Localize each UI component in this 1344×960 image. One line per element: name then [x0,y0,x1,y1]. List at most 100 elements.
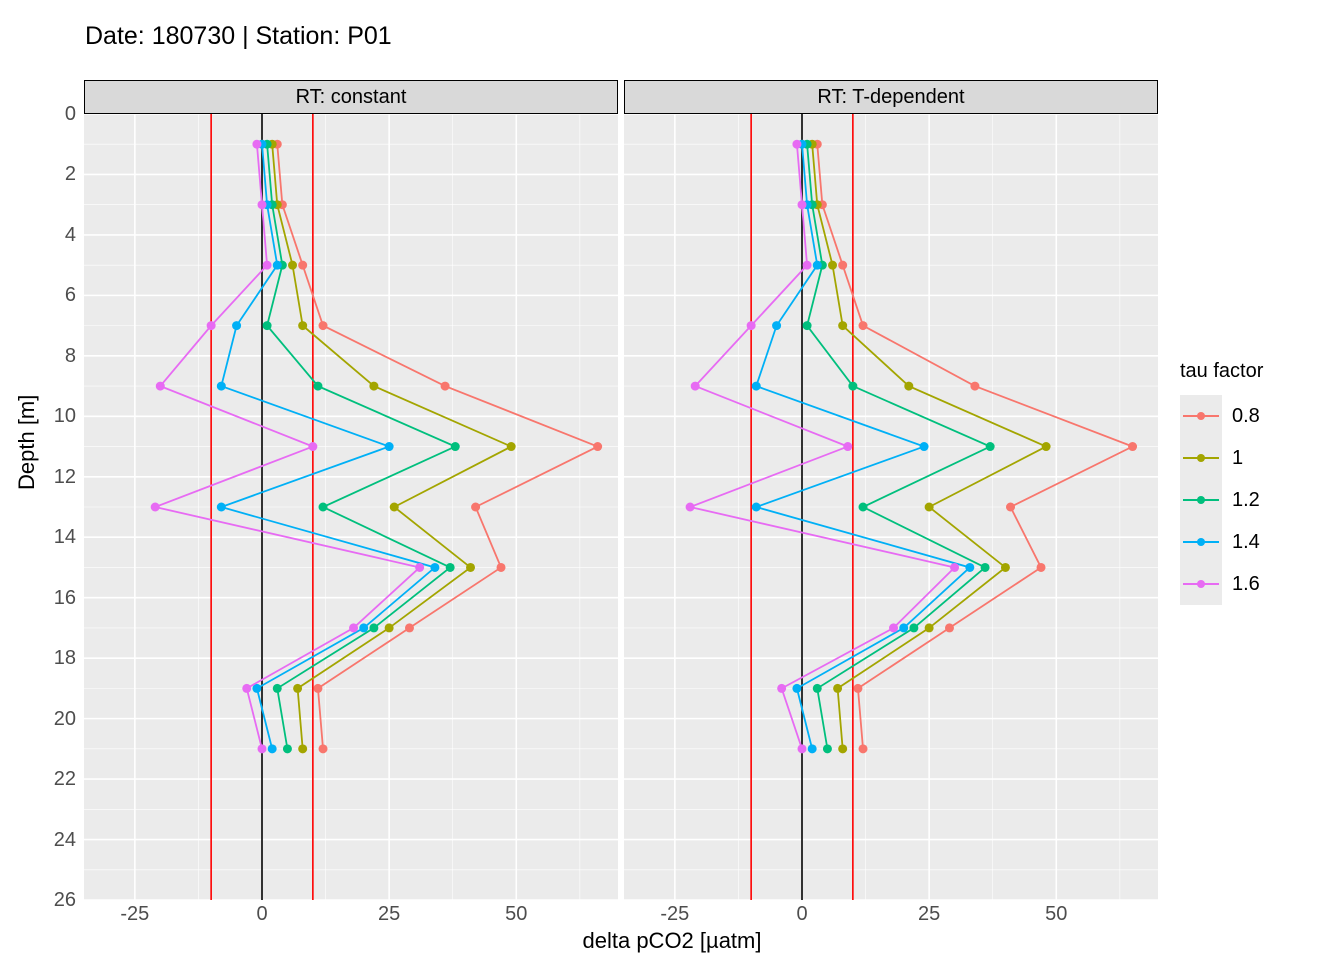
data-point [798,200,807,209]
legend-label: 1 [1232,447,1243,470]
data-point [803,261,812,270]
data-point [772,321,781,330]
legend: tau factor 0.8 1 1.2 1.4 1.6 [1180,360,1263,605]
data-point [217,503,226,512]
data-point [1037,563,1046,572]
data-point [986,442,995,451]
data-point [446,563,455,572]
data-point [593,442,602,451]
legend-title: tau factor [1180,360,1263,383]
y-tick-label: 14 [16,526,76,549]
data-point [970,382,979,391]
data-point [405,623,414,632]
x-tick-label: 50 [491,903,541,926]
data-point [385,623,394,632]
legend-key-icon [1180,521,1222,563]
data-point [691,382,700,391]
data-point [920,442,929,451]
legend-key-icon [1180,395,1222,437]
legend-key-icon [1180,479,1222,521]
data-point [813,261,822,270]
legend-key-icon [1180,437,1222,479]
data-point [415,563,424,572]
facet-strip: RT: T-dependent [624,80,1158,114]
x-tick-label: -25 [650,903,700,926]
legend-label: 1.4 [1232,531,1260,554]
data-point [497,563,506,572]
data-point [1001,563,1010,572]
data-point [471,503,480,512]
data-point [792,140,801,149]
data-point [507,442,516,451]
x-tick-label: 25 [364,903,414,926]
data-point [1006,503,1015,512]
data-point [349,623,358,632]
data-point [298,744,307,753]
data-point [385,442,394,451]
data-point [466,563,475,572]
data-point [752,382,761,391]
data-point [156,382,165,391]
data-point [441,382,450,391]
data-point [792,684,801,693]
legend-label: 1.6 [1232,573,1260,596]
data-point [925,503,934,512]
legend-item: 1.2 [1180,479,1263,521]
data-point [217,382,226,391]
data-point [263,321,272,330]
y-tick-label: 0 [16,103,76,126]
legend-item: 1.4 [1180,521,1263,563]
data-point [369,382,378,391]
data-point [899,623,908,632]
data-point [430,563,439,572]
data-point [1042,442,1051,451]
data-point [686,503,695,512]
data-point [808,744,817,753]
y-tick-label: 10 [16,405,76,428]
chart-panel [84,114,618,900]
y-tick-label: 2 [16,163,76,186]
data-point [298,261,307,270]
y-tick-label: 22 [16,768,76,791]
data-point [390,503,399,512]
data-point [319,744,328,753]
y-tick-label: 6 [16,284,76,307]
data-point [242,684,251,693]
data-point [752,503,761,512]
data-point [950,563,959,572]
x-tick-label: 50 [1031,903,1081,926]
legend-item: 1 [1180,437,1263,479]
data-point [273,261,282,270]
data-point [889,623,898,632]
facet-strip: RT: constant [84,80,618,114]
data-point [369,623,378,632]
data-point [747,321,756,330]
data-point [258,744,267,753]
data-point [308,442,317,451]
y-tick-label: 12 [16,466,76,489]
y-tick-label: 24 [16,829,76,852]
x-tick-label: 25 [904,903,954,926]
data-point [207,321,216,330]
data-point [268,744,277,753]
data-point [288,261,297,270]
data-point [838,321,847,330]
data-point [263,261,272,270]
data-point [319,503,328,512]
x-tick-label: -25 [110,903,160,926]
data-point [823,744,832,753]
legend-label: 0.8 [1232,405,1260,428]
data-point [848,382,857,391]
x-tick-label: 0 [777,903,827,926]
data-point [859,503,868,512]
data-point [273,684,282,693]
y-tick-label: 26 [16,889,76,912]
data-point [313,382,322,391]
y-tick-label: 18 [16,647,76,670]
data-point [838,744,847,753]
y-tick-label: 4 [16,224,76,247]
data-point [777,684,786,693]
data-point [843,442,852,451]
data-point [151,503,160,512]
y-tick-label: 16 [16,587,76,610]
